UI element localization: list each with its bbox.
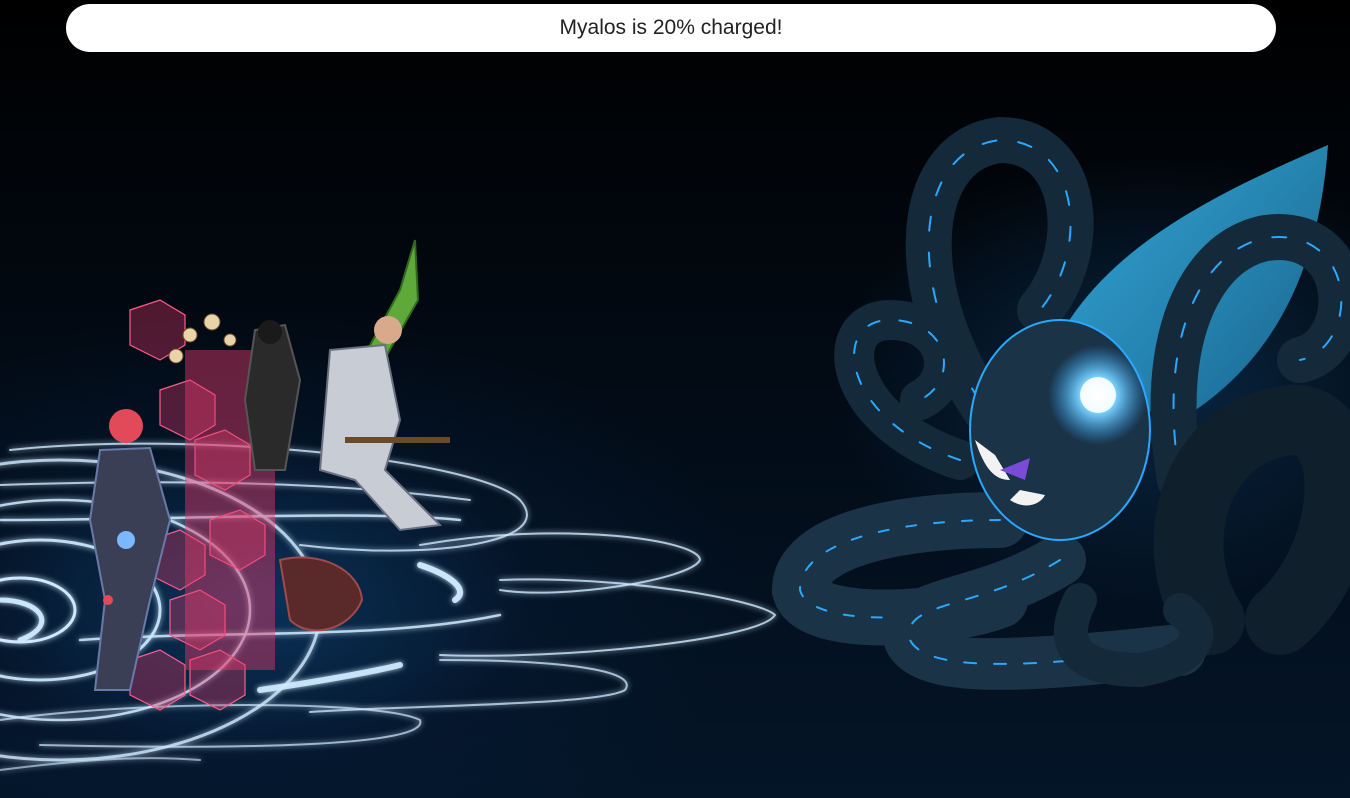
kraken-eye xyxy=(1080,377,1116,413)
battle-scene: Myalos is 20% charged! xyxy=(0,0,1350,798)
status-bar: Myalos is 20% charged! xyxy=(66,4,1276,52)
status-message: Myalos is 20% charged! xyxy=(559,16,783,39)
kraken-boss xyxy=(771,116,1350,690)
